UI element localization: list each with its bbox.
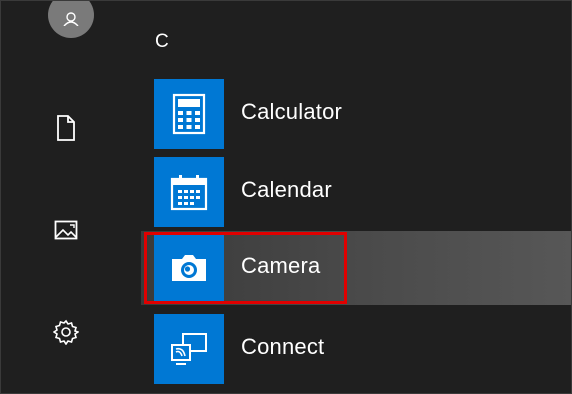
documents-button[interactable] xyxy=(53,115,79,141)
app-tile-connect xyxy=(154,314,224,384)
pictures-icon xyxy=(54,220,78,240)
user-avatar-icon xyxy=(63,12,79,26)
app-calendar[interactable]: Calendar xyxy=(141,157,571,235)
settings-button[interactable] xyxy=(53,319,79,345)
connect-icon xyxy=(171,333,207,365)
app-label: Connect xyxy=(241,334,325,359)
app-label: Calculator xyxy=(241,99,343,124)
document-icon xyxy=(57,115,75,141)
start-menu-rail xyxy=(1,1,141,393)
pictures-button[interactable] xyxy=(53,217,79,243)
calculator-icon xyxy=(172,93,206,135)
app-label: Calendar xyxy=(241,177,332,202)
section-letter-header[interactable]: C xyxy=(155,31,169,53)
start-menu: C Calculator Calendar Camera Connect xyxy=(0,0,572,394)
user-avatar[interactable] xyxy=(48,1,94,38)
app-connect[interactable]: Connect xyxy=(141,314,571,392)
app-tile-calculator xyxy=(154,79,224,149)
app-calculator[interactable]: Calculator xyxy=(141,79,571,157)
highlight-outline xyxy=(144,232,347,304)
calendar-icon xyxy=(170,175,208,211)
settings-gear-icon xyxy=(53,319,79,345)
app-tile-calendar xyxy=(154,157,224,227)
